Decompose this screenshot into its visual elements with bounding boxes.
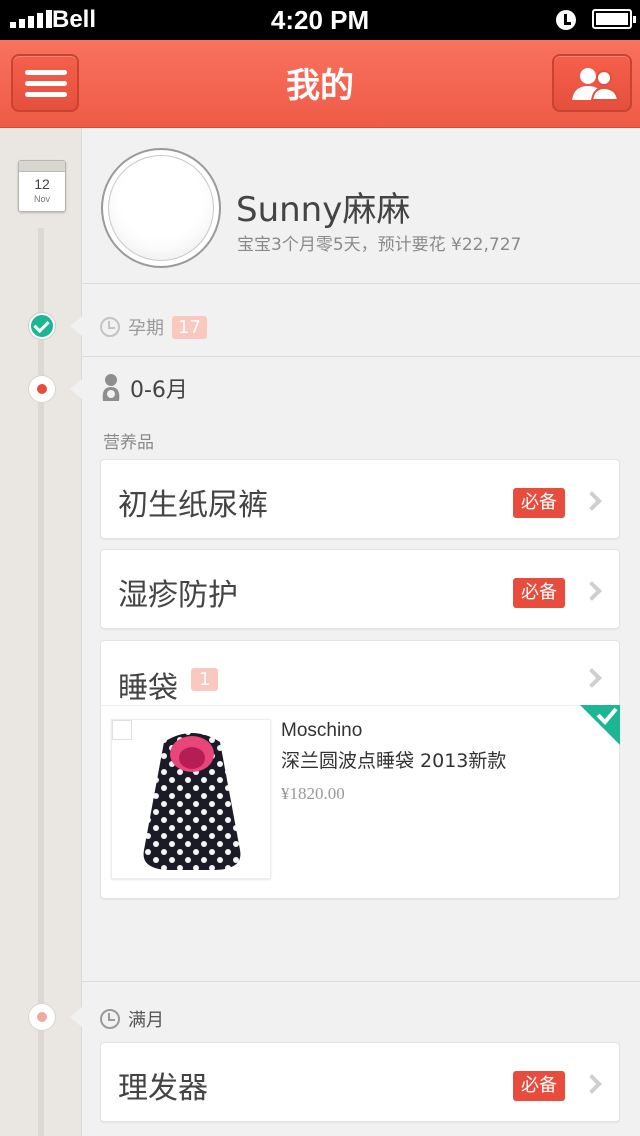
required-tag: 必备 (513, 488, 565, 518)
item-title: 初生纸尿裤 (118, 488, 268, 523)
category-label: 营养品 (103, 433, 154, 453)
list-item[interactable]: 初生纸尿裤 必备 (100, 459, 620, 539)
required-tag: 必备 (513, 578, 565, 608)
chevron-right-icon (582, 1074, 602, 1094)
user-summary: 宝宝3个月零5天，预计要花 ¥22,727 (237, 235, 522, 255)
stage-infant: 0-6月 (100, 372, 188, 404)
item-title: 睡袋 (118, 671, 178, 706)
list-item[interactable]: 湿疹防护 必备 (100, 549, 620, 629)
status-time: 4:20 PM (270, 5, 370, 35)
stage-first-month[interactable]: 满月 (100, 1006, 164, 1032)
divider (82, 356, 640, 357)
alarm-icon (556, 10, 576, 30)
chevron-right-icon (582, 581, 602, 601)
product-description: 深兰圆波点睡袋 2013新款 (281, 750, 507, 772)
timeline-upcoming-marker[interactable] (29, 1004, 55, 1030)
battery-icon (592, 9, 636, 29)
profile-header: Sunny麻麻 宝宝3个月零5天，预计要花 ¥22,727 (83, 128, 640, 284)
timeline-completed-icon[interactable] (29, 313, 55, 339)
timeline-pointer (70, 316, 82, 336)
product-brand: Moschino (281, 720, 363, 741)
list-item[interactable]: 理发器 必备 (100, 1042, 620, 1122)
clock-icon (100, 317, 120, 337)
stage-count-badge: 17 (172, 315, 207, 339)
selected-check-icon (580, 705, 620, 745)
stage-label: 满月 (128, 1010, 164, 1031)
user-name: Sunny麻麻 (236, 190, 411, 230)
item-count-badge: 1 (191, 668, 219, 691)
calendar-day: 12 (34, 176, 50, 192)
item-title: 湿疹防护 (118, 578, 238, 613)
status-bar: Bell 4:20 PM (0, 0, 640, 40)
timeline-line (38, 228, 44, 1136)
baby-icon (102, 374, 120, 401)
required-tag: 必备 (513, 1071, 565, 1101)
list-item-expanded[interactable]: 睡袋 1 Moschino 深兰圆波点睡袋 2013新款 ¥1820.00 (100, 640, 620, 899)
calendar-icon[interactable]: 12 Nov (18, 160, 66, 212)
calendar-month: Nov (33, 194, 50, 204)
product-row[interactable]: Moschino 深兰圆波点睡袋 2013新款 ¥1820.00 (101, 705, 620, 898)
page-title: 我的 (286, 66, 354, 106)
item-title: 理发器 (118, 1071, 208, 1106)
timeline-pointer (70, 1007, 82, 1027)
section-spacer (82, 930, 640, 982)
select-checkbox[interactable] (112, 720, 132, 740)
clock-icon (100, 1009, 120, 1029)
friends-icon (572, 68, 620, 101)
stage-label: 孕期 (128, 318, 164, 339)
chevron-right-icon (582, 668, 602, 688)
friends-button[interactable] (552, 54, 632, 112)
product-price: ¥1820.00 (281, 784, 345, 803)
sleeping-bag-image (143, 733, 241, 870)
stage-pregnancy[interactable]: 孕期 17 (100, 314, 207, 340)
stage-label: 0-6月 (130, 378, 188, 403)
avatar[interactable] (101, 148, 221, 268)
product-image[interactable] (111, 719, 271, 879)
nav-bar: 我的 (0, 40, 640, 128)
timeline-current-marker[interactable] (29, 376, 55, 402)
timeline-pointer (70, 379, 82, 399)
chevron-right-icon (582, 491, 602, 511)
